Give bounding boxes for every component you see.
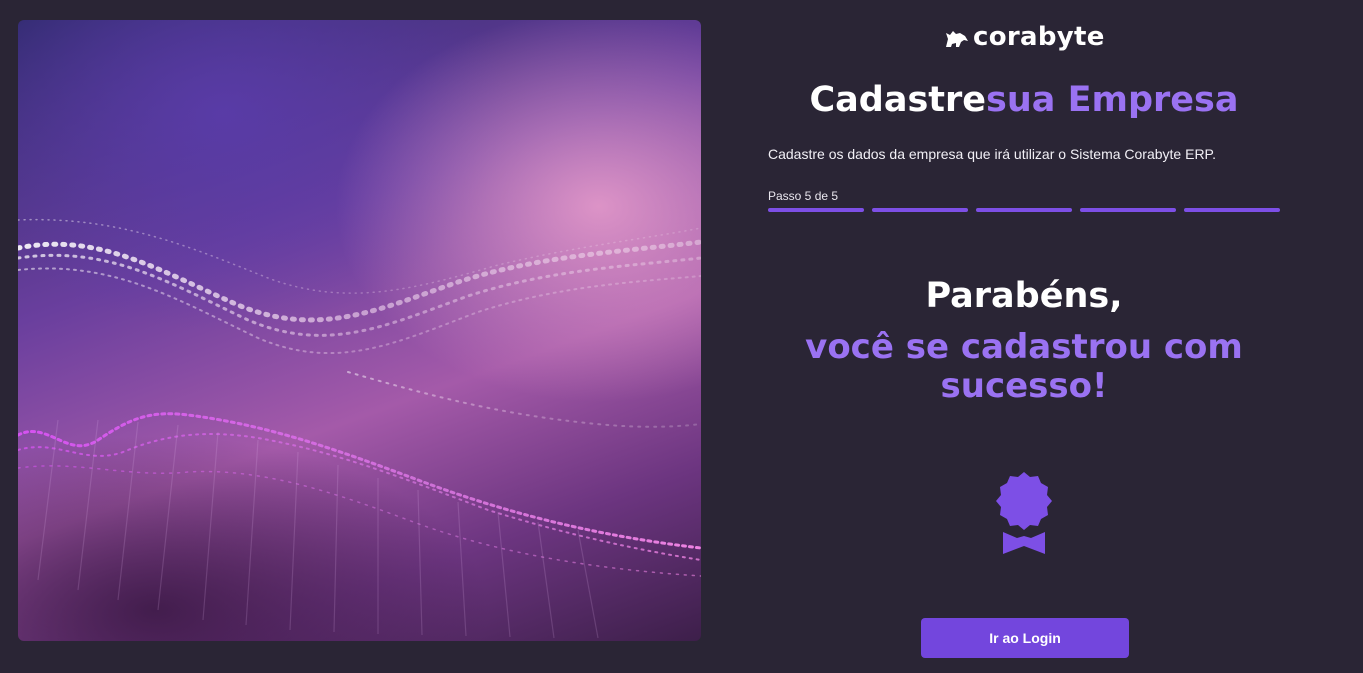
success-message: você se cadastrou com sucesso! xyxy=(805,327,1243,406)
title-part-1: Cadastre xyxy=(809,80,987,120)
progress-segment-1 xyxy=(768,208,864,212)
hero-image xyxy=(18,20,701,641)
wolf-logo-icon xyxy=(946,31,968,47)
progress-segment-3 xyxy=(976,208,1072,212)
progress-segment-5 xyxy=(1184,208,1280,212)
step-indicator-label: Passo 5 de 5 xyxy=(768,189,839,203)
corabyte-logo: corabyte xyxy=(944,20,1105,54)
award-badge-icon xyxy=(996,472,1052,554)
success-headline: Parabéns, xyxy=(925,276,1123,316)
page-subtitle: Cadastre os dados da empresa que irá uti… xyxy=(768,146,1216,162)
logo-text: corabyte xyxy=(973,22,1105,52)
progress-segment-4 xyxy=(1080,208,1176,212)
particle-wave-graphic xyxy=(18,218,701,639)
registration-panel: corabyte Cadastresua Empresa Cadastre os… xyxy=(720,0,1328,673)
progress-segment-2 xyxy=(872,208,968,212)
go-to-login-button[interactable]: Ir ao Login xyxy=(921,618,1129,658)
step-progress-bar xyxy=(768,208,1280,212)
registration-page: corabyte Cadastresua Empresa Cadastre os… xyxy=(0,0,1363,673)
title-part-2: sua Empresa xyxy=(986,80,1239,120)
page-title: Cadastresua Empresa xyxy=(720,78,1328,122)
